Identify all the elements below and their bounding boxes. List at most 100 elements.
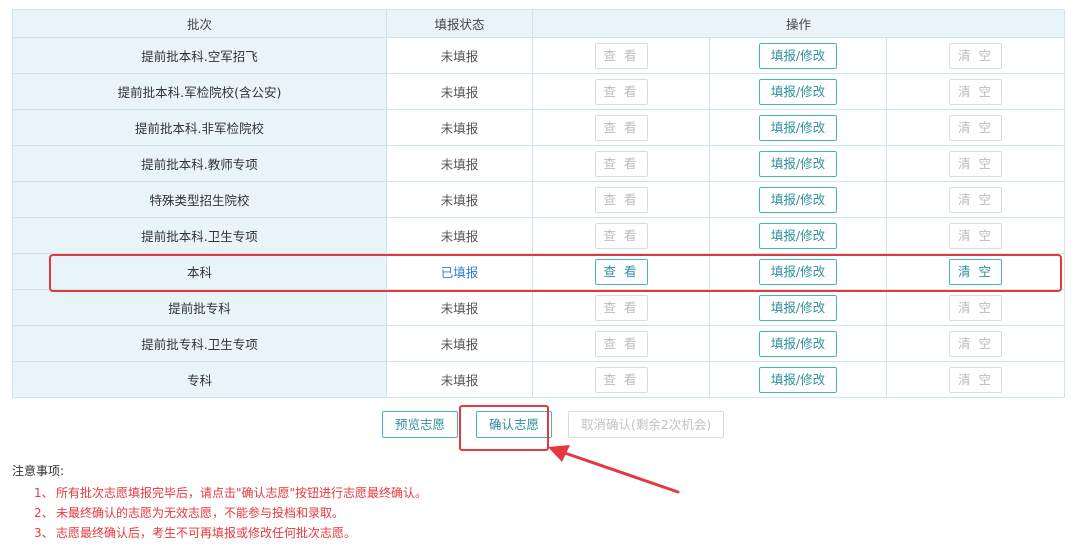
table-header-row: 批次 填报状态 操作	[12, 9, 1065, 38]
clear-button[interactable]: 清 空	[949, 42, 1002, 69]
clear-button[interactable]: 清 空	[949, 294, 1002, 321]
clear-button[interactable]: 清 空	[949, 186, 1002, 213]
annotation-arrow-icon	[548, 445, 680, 494]
preview-volunteer-button[interactable]: 预览志愿	[382, 411, 459, 438]
bottom-actions: 预览志愿 确认志愿 取消确认(剩余2次机会)	[382, 411, 725, 438]
batch-name-cell: 提前批本科.卫生专项	[12, 217, 387, 254]
header-status: 填报状态	[386, 9, 533, 38]
batch-name-cell: 提前批本科.空军招飞	[12, 37, 387, 74]
fill-edit-button[interactable]: 填报/修改	[759, 150, 837, 177]
fill-status-cell: 未填报	[386, 289, 533, 326]
fill-status-cell: 未填报	[386, 181, 533, 218]
clear-button[interactable]: 清 空	[949, 150, 1002, 177]
batch-name-cell: 提前批本科.军检院校(含公安)	[12, 73, 387, 110]
clear-button[interactable]: 清 空	[949, 222, 1002, 249]
view-button[interactable]: 查 看	[594, 114, 648, 141]
table-row: 提前批本科.教师专项 未填报 查 看 填报/修改 清 空	[12, 145, 1065, 182]
batch-name-cell: 本科	[12, 253, 387, 290]
edit-cell: 填报/修改	[709, 73, 887, 110]
fill-edit-button[interactable]: 填报/修改	[759, 294, 837, 321]
clear-cell: 清 空	[886, 109, 1065, 146]
view-button[interactable]: 查 看	[594, 366, 648, 393]
edit-cell: 填报/修改	[709, 253, 887, 290]
note-item: 2、 未最终确认的志愿为无效志愿，不能参与投档和录取。	[12, 503, 427, 523]
edit-cell: 填报/修改	[709, 37, 887, 74]
fill-edit-button[interactable]: 填报/修改	[759, 42, 837, 69]
fill-status-cell: 未填报	[386, 109, 533, 146]
note-item: 1、 所有批次志愿填报完毕后，请点击"确认志愿"按钮进行志愿最终确认。	[12, 483, 427, 503]
fill-edit-button[interactable]: 填报/修改	[759, 222, 837, 249]
confirm-volunteer-button[interactable]: 确认志愿	[476, 411, 553, 438]
note-number: 2、	[34, 506, 54, 520]
fill-status-cell: 已填报	[386, 253, 533, 290]
table-row: 提前批专科 未填报 查 看 填报/修改 清 空	[12, 289, 1065, 326]
view-cell: 查 看	[532, 361, 710, 398]
fill-edit-button[interactable]: 填报/修改	[759, 330, 837, 357]
notes-section: 注意事项: 1、 所有批次志愿填报完毕后，请点击"确认志愿"按钮进行志愿最终确认。…	[12, 462, 427, 543]
cancel-confirm-button[interactable]: 取消确认(剩余2次机会)	[568, 411, 725, 438]
view-cell: 查 看	[532, 37, 710, 74]
note-text: 未最终确认的志愿为无效志愿，不能参与投档和录取。	[56, 506, 345, 520]
edit-cell: 填报/修改	[709, 145, 887, 182]
batch-name-cell: 提前批专科	[12, 289, 387, 326]
fill-edit-button[interactable]: 填报/修改	[759, 78, 837, 105]
view-button[interactable]: 查 看	[594, 150, 648, 177]
edit-cell: 填报/修改	[709, 361, 887, 398]
fill-status-cell: 未填报	[386, 361, 533, 398]
edit-cell: 填报/修改	[709, 217, 887, 254]
clear-cell: 清 空	[886, 37, 1065, 74]
volunteer-batch-table: 批次 填报状态 操作 提前批本科.空军招飞 未填报查 看填报/修改清 空提前批本科…	[12, 9, 1065, 398]
clear-button[interactable]: 清 空	[949, 366, 1002, 393]
view-cell: 查 看	[532, 325, 710, 362]
clear-button[interactable]: 清 空	[949, 114, 1002, 141]
view-cell: 查 看	[532, 181, 710, 218]
clear-button[interactable]: 清 空	[949, 258, 1002, 285]
clear-cell: 清 空	[886, 325, 1065, 362]
table-body: 提前批本科.空军招飞 未填报查 看填报/修改清 空提前批本科.军检院校(含公安) 未…	[12, 37, 1065, 398]
batch-name-cell: 专科	[12, 361, 387, 398]
note-item: 3、 志愿最终确认后，考生不可再填报或修改任何批次志愿。	[12, 523, 427, 543]
clear-cell: 清 空	[886, 181, 1065, 218]
fill-status-cell: 未填报	[386, 37, 533, 74]
note-text: 所有批次志愿填报完毕后，请点击"确认志愿"按钮进行志愿最终确认。	[56, 486, 428, 500]
clear-cell: 清 空	[886, 73, 1065, 110]
fill-status-cell: 未填报	[386, 73, 533, 110]
clear-cell: 清 空	[886, 145, 1065, 182]
fill-edit-button[interactable]: 填报/修改	[759, 366, 837, 393]
header-batch: 批次	[12, 9, 387, 38]
fill-edit-button[interactable]: 填报/修改	[759, 186, 837, 213]
notes-title: 注意事项:	[12, 464, 65, 478]
fill-edit-button[interactable]: 填报/修改	[759, 114, 837, 141]
table-row: 提前批专科.卫生专项 未填报 查 看 填报/修改 清 空	[12, 325, 1065, 362]
view-cell: 查 看	[532, 217, 710, 254]
table-row: 本科 已填报 查 看 填报/修改 清 空	[12, 253, 1065, 290]
view-button[interactable]: 查 看	[594, 294, 648, 321]
view-cell: 查 看	[532, 145, 710, 182]
view-button[interactable]: 查 看	[594, 258, 648, 285]
fill-edit-button[interactable]: 填报/修改	[759, 258, 837, 285]
batch-name-cell: 提前批专科.卫生专项	[12, 325, 387, 362]
header-actions: 操作	[532, 9, 1065, 38]
view-cell: 查 看	[532, 289, 710, 326]
view-button[interactable]: 查 看	[594, 330, 648, 357]
view-button[interactable]: 查 看	[594, 42, 648, 69]
clear-cell: 清 空	[886, 217, 1065, 254]
edit-cell: 填报/修改	[709, 325, 887, 362]
note-number: 1、	[34, 486, 54, 500]
batch-name-cell: 特殊类型招生院校	[12, 181, 387, 218]
view-button[interactable]: 查 看	[594, 78, 648, 105]
view-button[interactable]: 查 看	[594, 186, 648, 213]
batch-name-cell: 提前批本科.非军检院校	[12, 109, 387, 146]
fill-status-cell: 未填报	[386, 217, 533, 254]
table-row: 特殊类型招生院校 未填报 查 看 填报/修改 清 空	[12, 181, 1065, 218]
clear-button[interactable]: 清 空	[949, 330, 1002, 357]
edit-cell: 填报/修改	[709, 181, 887, 218]
clear-cell: 清 空	[886, 253, 1065, 290]
notes-list: 1、 所有批次志愿填报完毕后，请点击"确认志愿"按钮进行志愿最终确认。 2、 未最终确…	[12, 483, 427, 543]
view-cell: 查 看	[532, 253, 710, 290]
view-cell: 查 看	[532, 109, 710, 146]
view-button[interactable]: 查 看	[594, 222, 648, 249]
clear-cell: 清 空	[886, 289, 1065, 326]
clear-button[interactable]: 清 空	[949, 78, 1002, 105]
volunteer-panel: 批次 填报状态 操作 提前批本科.空军招飞 未填报查 看填报/修改清 空提前批本科…	[0, 0, 1080, 553]
